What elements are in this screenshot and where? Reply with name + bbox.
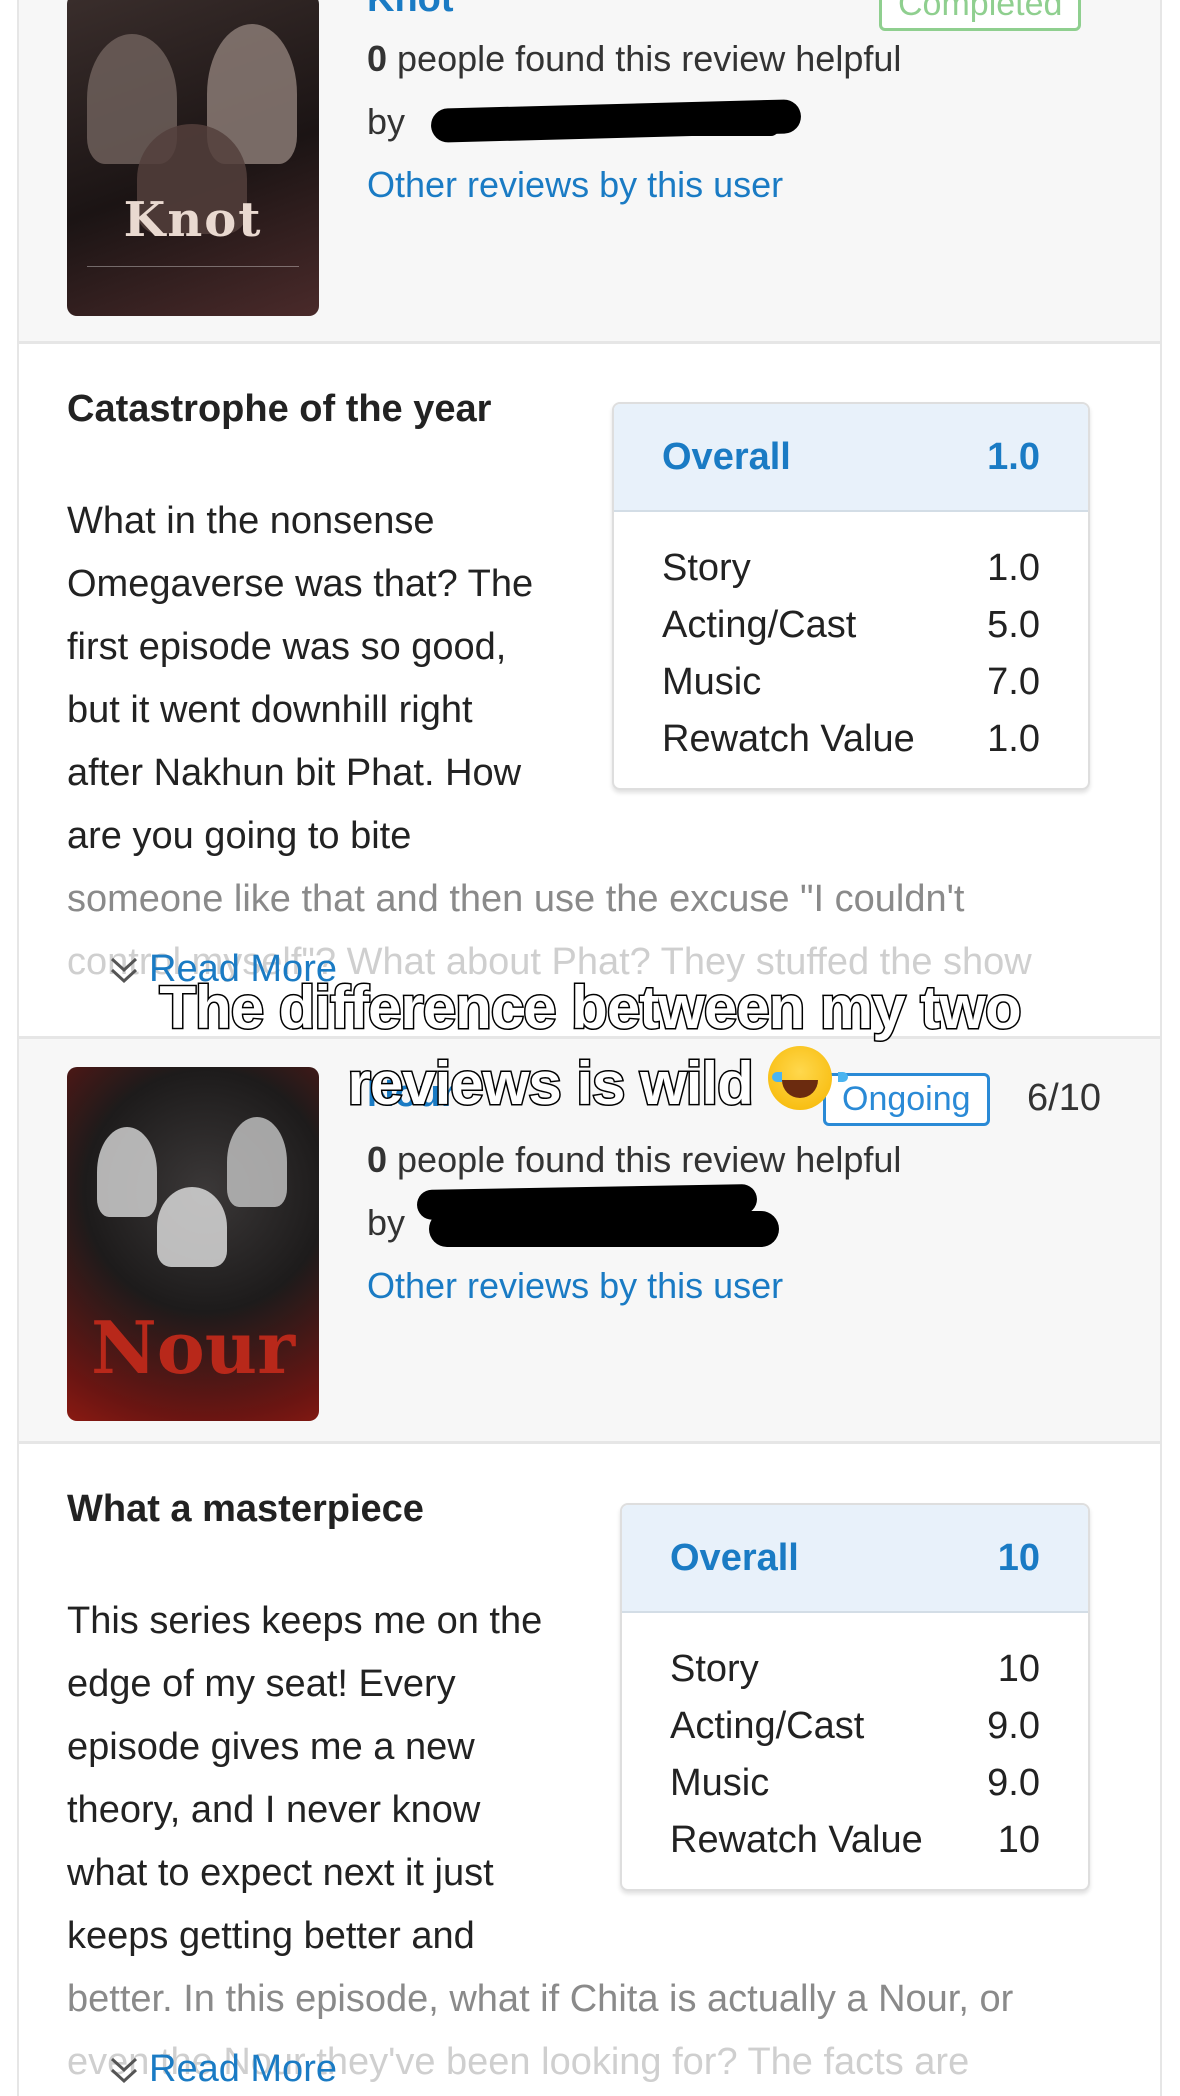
review-line: what to expect next it just [67, 1852, 494, 1894]
review-header-knot: Knot Knot Completed 0 people found this … [19, 0, 1160, 344]
rating-label: Music [670, 1762, 770, 1804]
rating-label: Music [662, 661, 762, 703]
overall-label: Overall [662, 435, 791, 478]
rating-row-music: Music 9.0 [670, 1755, 1040, 1812]
overall-value: 10 [997, 1536, 1040, 1579]
by-label: by [367, 1202, 406, 1243]
review-line-faded: better. In this episode, what if Chita i… [67, 1978, 1014, 2020]
review-line: are you going to bite [67, 815, 412, 857]
by-label: by [367, 101, 406, 142]
rating-value: 9.0 [987, 1705, 1040, 1747]
rating-row-story: Story 10 [670, 1641, 1040, 1698]
helpful-count-line: 0 people found this review helpful [367, 1139, 901, 1181]
poster-figure [157, 1187, 227, 1267]
rating-box: Overall 10 Story 10 Acting/Cast 9.0 Music 9… [620, 1503, 1090, 1891]
review-title: Catastrophe of the year [67, 388, 492, 430]
review-line: episode gives me a new [67, 1726, 475, 1768]
review-line: edge of my seat! Every [67, 1663, 456, 1705]
overall-rating: Overall 1.0 [614, 404, 1088, 512]
redacted-username [429, 1211, 779, 1247]
status-badge: Completed [879, 0, 1082, 31]
rating-row-acting: Acting/Cast 5.0 [662, 597, 1040, 654]
rating-label: Rewatch Value [670, 1819, 923, 1861]
helpful-count: 0 [367, 38, 388, 79]
rating-rows: Story 1.0 Acting/Cast 5.0 Music 7.0 Rewatch… [614, 512, 1088, 768]
read-more-button[interactable]: Read More [107, 2048, 337, 2091]
rating-row-music: Music 7.0 [662, 654, 1040, 711]
overlay-caption-line-2: reviews is wild [0, 1046, 1180, 1120]
overlay-caption-line-1: The difference between my two [158, 973, 1023, 1043]
review-body: This series keeps me on the edge of my s… [67, 1590, 577, 1968]
rating-label: Acting/Cast [670, 1705, 865, 1747]
other-reviews-link[interactable]: Other reviews by this user [367, 1265, 783, 1307]
review-line: theory, and I never know [67, 1789, 481, 1831]
read-more-label: Read More [149, 2048, 337, 2090]
review-line: This series keeps me on the [67, 1600, 543, 1642]
review-body: What in the nonsense Omegaverse was that… [67, 490, 577, 868]
poster-credits [87, 266, 299, 294]
review-line: keeps getting better and [67, 1915, 475, 1957]
rating-box: Overall 1.0 Story 1.0 Acting/Cast 5.0 Musi… [612, 402, 1090, 790]
rating-label: Rewatch Value [662, 718, 915, 760]
drama-poster-knot[interactable]: Knot [67, 0, 319, 316]
poster-title: Knot [123, 192, 263, 248]
rating-row-acting: Acting/Cast 9.0 [670, 1698, 1040, 1755]
rating-value: 7.0 [987, 661, 1040, 703]
face-with-tears-of-joy-icon [768, 1046, 849, 1110]
rating-row-rewatch: Rewatch Value 1.0 [662, 711, 1040, 768]
poster-title: Nour [90, 1305, 296, 1390]
caption-text: reviews is wild [346, 1049, 755, 1119]
review-title: What a masterpiece [67, 1488, 424, 1530]
helpful-text: people found this review helpful [387, 1139, 902, 1180]
helpful-count-line: 0 people found this review helpful [367, 38, 901, 80]
overall-rating: Overall 10 [622, 1505, 1088, 1613]
review-line: What in the nonsense [67, 500, 435, 542]
drama-poster-nour[interactable]: Nour [67, 1067, 319, 1421]
review-line: after Nakhun bit Phat. How [67, 752, 522, 794]
rating-label: Story [662, 547, 751, 589]
author-line: by [367, 1202, 405, 1244]
poster-figure [227, 1117, 287, 1207]
review-line: Omegaverse was that? The [67, 563, 534, 605]
rating-value: 9.0 [987, 1762, 1040, 1804]
review-line-faded: someone like that and then use the excus… [67, 878, 965, 920]
rating-value: 1.0 [987, 547, 1040, 589]
rating-value: 5.0 [987, 604, 1040, 646]
overall-value: 1.0 [987, 435, 1040, 478]
rating-label: Story [670, 1648, 759, 1690]
rating-value: 1.0 [987, 718, 1040, 760]
review-line: but it went downhill right [67, 689, 473, 731]
rating-label: Acting/Cast [662, 604, 857, 646]
rating-rows: Story 10 Acting/Cast 9.0 Music 9.0 Rewatch … [622, 1613, 1088, 1869]
poster-figure [97, 1127, 157, 1217]
rating-row-story: Story 1.0 [662, 540, 1040, 597]
helpful-count: 0 [367, 1139, 388, 1180]
helpful-text: people found this review helpful [387, 38, 902, 79]
rating-value: 10 [997, 1648, 1040, 1690]
author-line: by [367, 101, 405, 143]
overall-label: Overall [670, 1536, 799, 1579]
rating-value: 10 [997, 1819, 1040, 1861]
drama-title-link[interactable]: Knot [367, 0, 454, 21]
review-line: first episode was so good, [67, 626, 507, 668]
rating-row-rewatch: Rewatch Value 10 [670, 1812, 1040, 1869]
double-chevron-down-icon [107, 2053, 141, 2087]
redacted-username [459, 120, 779, 136]
other-reviews-link[interactable]: Other reviews by this user [367, 164, 783, 206]
